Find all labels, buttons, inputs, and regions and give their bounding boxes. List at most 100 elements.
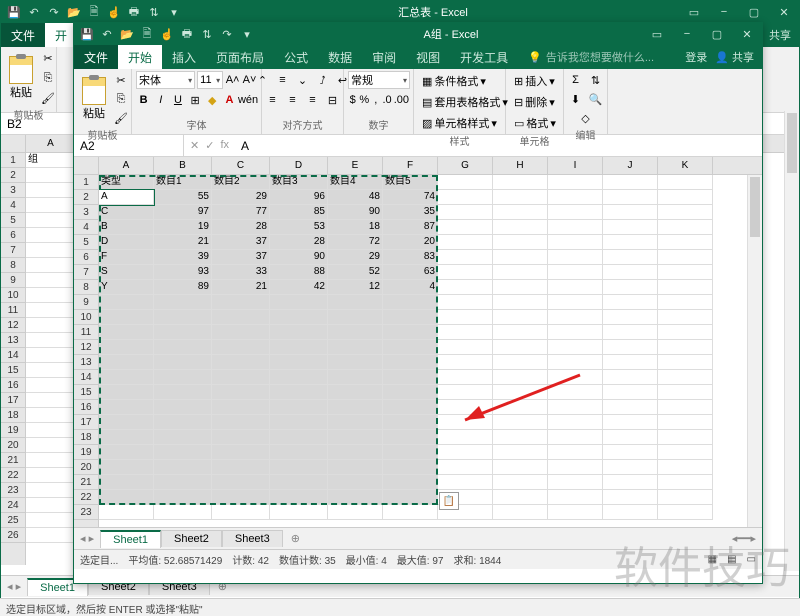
copy-icon[interactable]: ⎘ — [39, 69, 57, 87]
cell[interactable] — [438, 325, 493, 340]
row-header[interactable]: 15 — [1, 363, 25, 378]
align-left-icon[interactable]: ≡ — [264, 91, 282, 109]
cell[interactable]: 数目4 — [328, 175, 383, 190]
cell[interactable]: Y — [99, 280, 154, 295]
cell[interactable] — [658, 220, 713, 235]
cell[interactable] — [658, 400, 713, 415]
redo-icon[interactable]: ↷ — [47, 5, 61, 19]
cell[interactable] — [493, 490, 548, 505]
cell[interactable] — [658, 370, 713, 385]
cell-style-button[interactable]: ▨ 单元格样式 ▾ — [418, 113, 501, 133]
cell[interactable]: 29 — [212, 190, 270, 205]
cell[interactable] — [603, 310, 658, 325]
col-header[interactable]: B — [154, 157, 212, 174]
cell[interactable] — [26, 408, 76, 423]
cell[interactable] — [26, 198, 76, 213]
align-middle-icon[interactable]: ≡ — [274, 71, 292, 89]
cell[interactable] — [270, 325, 328, 340]
cell[interactable] — [493, 295, 548, 310]
format-painter-icon[interactable]: 🖌 — [112, 109, 130, 127]
cell[interactable] — [658, 250, 713, 265]
row-header[interactable]: 16 — [1, 378, 25, 393]
cell[interactable] — [26, 438, 76, 453]
row-header[interactable]: 10 — [1, 288, 25, 303]
row-header[interactable]: 10 — [74, 310, 98, 325]
border-icon[interactable]: ⊞ — [188, 91, 203, 109]
tab-file[interactable]: 文件 — [1, 23, 45, 47]
cell[interactable] — [548, 280, 603, 295]
cell[interactable] — [658, 385, 713, 400]
tell-me[interactable]: 💡告诉我您想要做什么... — [518, 49, 685, 65]
scrollbar-vertical[interactable] — [784, 111, 799, 571]
row-header[interactable]: 23 — [74, 505, 98, 520]
cell[interactable] — [548, 505, 603, 520]
cell[interactable] — [438, 370, 493, 385]
cell[interactable] — [383, 340, 438, 355]
cell[interactable] — [270, 415, 328, 430]
cell[interactable]: B — [99, 220, 154, 235]
cell[interactable] — [26, 183, 76, 198]
cell[interactable] — [548, 430, 603, 445]
cell[interactable] — [328, 310, 383, 325]
cell[interactable] — [212, 475, 270, 490]
formula-bar[interactable]: A — [235, 139, 762, 153]
cell[interactable] — [603, 280, 658, 295]
cell[interactable] — [99, 430, 154, 445]
cell[interactable] — [26, 423, 76, 438]
row-header[interactable]: 24 — [1, 498, 25, 513]
cell[interactable] — [548, 205, 603, 220]
cell[interactable] — [154, 400, 212, 415]
cell[interactable]: F — [99, 250, 154, 265]
cell[interactable] — [548, 370, 603, 385]
cell[interactable] — [438, 235, 493, 250]
sheet-tab[interactable]: Sheet3 — [222, 530, 283, 547]
cell[interactable] — [438, 265, 493, 280]
cell[interactable] — [548, 460, 603, 475]
underline-button[interactable]: U — [170, 91, 185, 109]
row-header[interactable]: 13 — [74, 355, 98, 370]
cell[interactable] — [548, 415, 603, 430]
maximize-icon[interactable]: ▢ — [739, 1, 769, 23]
cell[interactable] — [328, 475, 383, 490]
cell[interactable] — [603, 340, 658, 355]
cell[interactable] — [548, 295, 603, 310]
cell[interactable] — [99, 400, 154, 415]
cell[interactable]: 72 — [328, 235, 383, 250]
col-header[interactable]: E — [328, 157, 383, 174]
delete-cells-button[interactable]: ⊟ 删除 ▾ — [510, 92, 559, 112]
cell[interactable] — [493, 370, 548, 385]
tab-dev[interactable]: 开发工具 — [450, 45, 518, 69]
cell[interactable] — [603, 430, 658, 445]
save-icon[interactable]: 💾 — [80, 27, 94, 41]
clear-icon[interactable]: ◇ — [577, 109, 595, 127]
cell[interactable] — [438, 190, 493, 205]
cell[interactable]: 数目3 — [270, 175, 328, 190]
cell[interactable] — [383, 295, 438, 310]
sheet-nav[interactable]: ◂ ▸ — [1, 580, 27, 593]
minimize-icon[interactable]: − — [709, 1, 739, 23]
cell[interactable] — [438, 220, 493, 235]
add-sheet-icon[interactable]: ⊕ — [283, 532, 308, 545]
cell[interactable] — [99, 370, 154, 385]
cell[interactable]: 48 — [328, 190, 383, 205]
undo-icon[interactable]: ↶ — [100, 27, 114, 41]
cell[interactable] — [603, 460, 658, 475]
col-header[interactable]: G — [438, 157, 493, 174]
cell[interactable]: 21 — [154, 235, 212, 250]
sort-icon[interactable]: ⇅ — [200, 27, 214, 41]
ribbon-opts-icon[interactable]: ▭ — [642, 23, 672, 45]
cell[interactable] — [99, 475, 154, 490]
row-header[interactable]: 20 — [1, 438, 25, 453]
cell[interactable] — [328, 460, 383, 475]
cell[interactable] — [26, 318, 76, 333]
cell[interactable] — [603, 505, 658, 520]
cell[interactable]: 83 — [383, 250, 438, 265]
row-header[interactable]: 5 — [74, 235, 98, 250]
print-icon[interactable]: 🖶 — [180, 27, 194, 41]
cell[interactable] — [26, 483, 76, 498]
cell[interactable] — [438, 415, 493, 430]
cell[interactable]: 12 — [328, 280, 383, 295]
row-header[interactable]: 5 — [1, 213, 25, 228]
cell[interactable] — [383, 400, 438, 415]
cell[interactable] — [383, 370, 438, 385]
